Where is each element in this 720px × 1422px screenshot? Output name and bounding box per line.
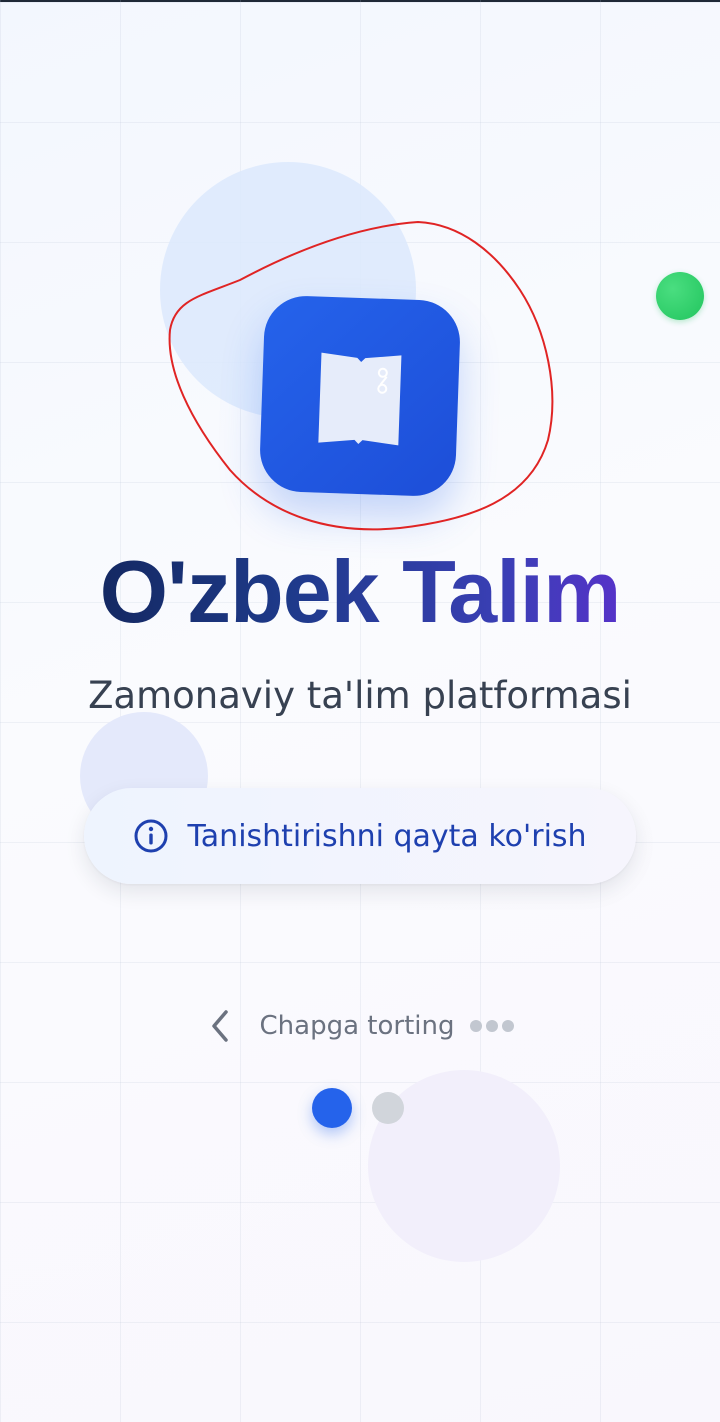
page-indicator-dot[interactable] (372, 1092, 404, 1124)
replay-tour-button[interactable]: Tanishtirishni qayta ko'rish (84, 788, 636, 884)
app-title: O'zbek Talim (0, 542, 720, 642)
replay-tour-label: Tanishtirishni qayta ko'rish (187, 818, 587, 854)
chevron-left-icon (206, 1006, 236, 1046)
ellipsis-dots-icon (466, 1020, 515, 1032)
swipe-hint: Chapga torting (0, 1004, 720, 1048)
online-status-dot (656, 272, 704, 320)
info-circle-icon (133, 818, 169, 854)
swipe-hint-text: Chapga torting (259, 1011, 455, 1041)
page-indicator-dot-active[interactable] (312, 1088, 352, 1128)
page-indicator (312, 1088, 404, 1128)
open-book-icon (318, 352, 402, 446)
app-subtitle: Zamonaviy ta'lim platformasi (88, 674, 632, 717)
app-logo (258, 294, 462, 498)
